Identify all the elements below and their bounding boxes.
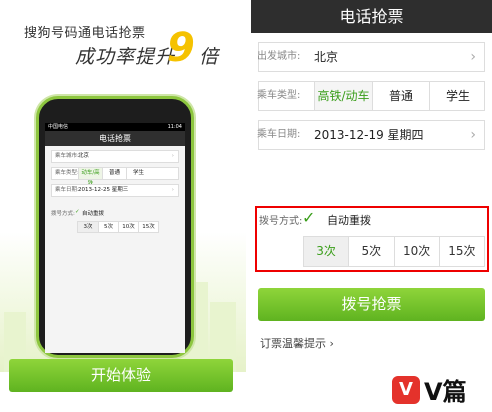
redial-option-3[interactable]: 3次: [304, 237, 349, 266]
train-type-label: 乘车类型:: [257, 90, 301, 101]
date-label: 乘车日期:: [257, 129, 301, 140]
phone-screen: 中国电信 11:04 电话抢票 乘车城市: 北京 › 乘车类型: 动车/高铁 普…: [45, 123, 185, 353]
date-field[interactable]: 乘车日期: 2013-12-19 星期四 ›: [257, 120, 485, 150]
auto-redial-label: 自动重拨: [327, 214, 371, 227]
logo-text: V篇: [424, 378, 467, 406]
redial-count-options: 3次 5次 10次 15次: [303, 236, 485, 267]
type-option-high-speed[interactable]: 高铁/动车: [314, 82, 372, 110]
phone-mockup: 中国电信 11:04 电话抢票 乘车城市: 北京 › 乘车类型: 动车/高铁 普…: [36, 96, 194, 358]
mini-auto-label: 自动重拨: [82, 211, 105, 217]
mini-from-label: 乘车城市:: [55, 153, 79, 159]
promo-tail: 倍: [199, 46, 219, 68]
from-city-label: 出发城市:: [257, 51, 301, 62]
promo-number: 9: [167, 25, 195, 71]
chevron-right-icon: ›: [470, 49, 476, 65]
mini-title: 电话抢票: [45, 131, 185, 146]
type-option-student[interactable]: 学生: [429, 82, 486, 110]
chevron-right-icon: ›: [171, 187, 174, 193]
mini-from-row: 乘车城市: 北京 ›: [51, 150, 179, 163]
type-option-normal[interactable]: 普通: [372, 82, 429, 110]
mini-option: 15次: [138, 222, 158, 232]
mini-date-row: 乘车日期: 2013-12-25 星期三 ›: [51, 184, 179, 197]
app-title: 电话抢票: [251, 0, 492, 33]
mini-type-1: 普通: [102, 168, 126, 179]
mini-dial-row: 拨号方式: ✓ 自动重拨 3次 5次 10次 15次: [51, 209, 179, 243]
dial-grab-ticket-button[interactable]: 拨号抢票: [258, 288, 485, 321]
from-city-value: 北京: [314, 50, 339, 64]
mini-date-value: 2013-12-25 星期三: [78, 187, 129, 193]
brand-logo: V V篇: [392, 372, 467, 407]
redial-option-5[interactable]: 5次: [348, 237, 393, 266]
mini-type-0: 动车/高铁: [78, 168, 102, 187]
mini-option: 10次: [118, 222, 138, 232]
mini-carrier: 中国电信: [48, 124, 69, 130]
redial-option-10[interactable]: 10次: [393, 237, 439, 266]
mini-status-bar: 中国电信 11:04: [45, 123, 185, 131]
check-icon[interactable]: ✓: [302, 208, 315, 227]
from-city-field[interactable]: 出发城市: 北京 ›: [257, 42, 485, 72]
mini-from-value: 北京: [78, 153, 90, 159]
mini-dial-label: 拨号方式:: [51, 211, 75, 217]
mini-type-label: 乘车类型:: [55, 170, 79, 176]
dial-mode-label: 拨号方式:: [259, 216, 303, 227]
mini-type-2: 学生: [126, 168, 150, 179]
heart-logo-icon: V: [392, 375, 420, 404]
promo-panel: 搜狗号码通电话抢票 成功率提升 9 倍 中国电信 11:04 电话抢票 乘车城市…: [0, 0, 246, 412]
mini-clock: 11:04: [167, 124, 182, 130]
promo-line-1: 搜狗号码通电话抢票: [24, 26, 146, 41]
chevron-right-icon: ›: [171, 153, 174, 159]
booking-tips-link[interactable]: 订票温馨提示 ›: [260, 335, 334, 351]
mini-type-row: 乘车类型: 动车/高铁 普通 学生: [51, 167, 179, 187]
app-screen: 电话抢票 出发城市: 北京 › 乘车类型: 高铁/动车 普通 学生 乘车日期: …: [251, 0, 492, 412]
train-type-field: 乘车类型: 高铁/动车 普通 学生: [257, 81, 486, 111]
start-experience-button[interactable]: 开始体验: [9, 359, 233, 392]
check-icon: ✓: [75, 209, 80, 215]
mini-date-label: 乘车日期:: [55, 187, 79, 193]
mini-options: 3次 5次 10次 15次: [77, 221, 159, 233]
date-value: 2013-12-19 星期四: [314, 128, 424, 142]
mini-option: 3次: [78, 222, 98, 232]
chevron-right-icon: ›: [470, 127, 476, 143]
mini-option: 5次: [98, 222, 118, 232]
promo-line-2: 成功率提升: [75, 46, 176, 68]
redial-option-15[interactable]: 15次: [438, 237, 484, 266]
